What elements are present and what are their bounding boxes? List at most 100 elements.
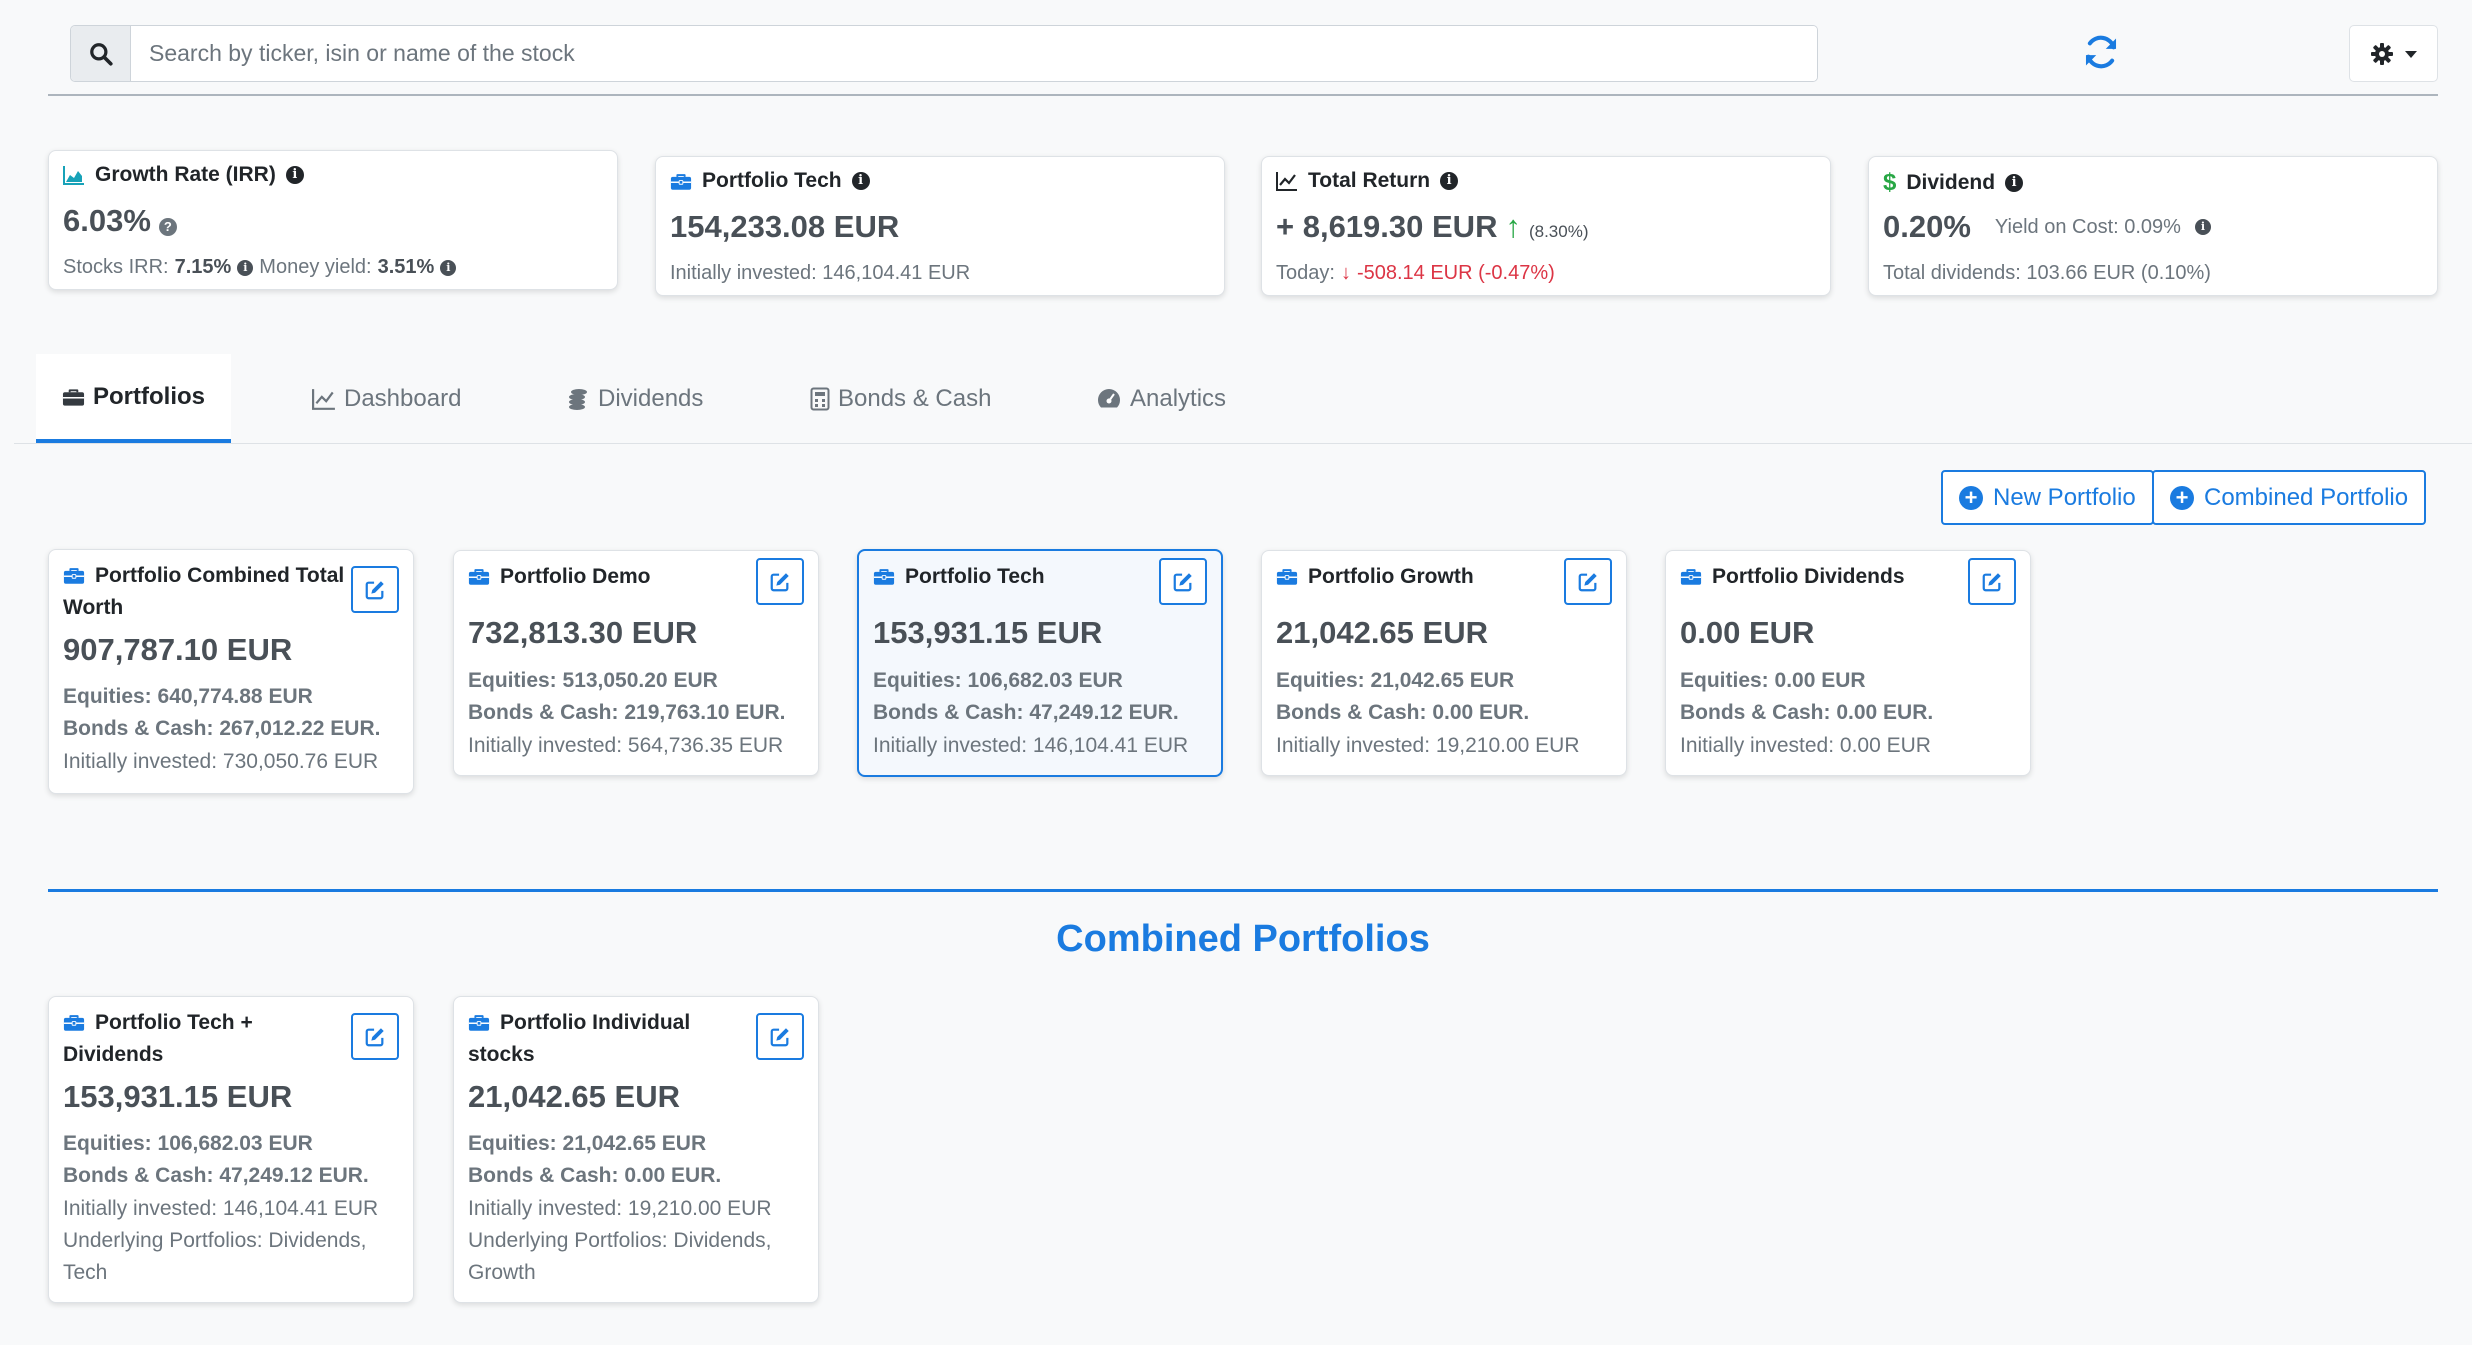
total-dividends: Total dividends: 103.66 EUR (0.10%) <box>1883 262 2211 284</box>
portfolio-card[interactable]: Portfolio Dividends 0.00 EUR Equities: 0… <box>1665 550 2031 776</box>
briefcase-icon <box>468 567 490 586</box>
portfolio-card[interactable]: Portfolio Growth 21,042.65 EUR Equities:… <box>1261 550 1627 776</box>
info-icon[interactable]: i <box>285 166 304 184</box>
portfolio-name: Portfolio Individual stocks <box>468 1011 691 1066</box>
briefcase-icon <box>873 567 895 586</box>
growth-rate-card: Growth Rate (IRR) i 6.03% ? Stocks IRR: … <box>48 150 618 290</box>
briefcase-icon <box>670 172 692 191</box>
dividend-title: Dividend <box>1906 171 1996 194</box>
briefcase-icon <box>1276 567 1298 586</box>
portfolio-initially-invested: Initially invested: 19,210.00 EUR <box>468 1197 772 1220</box>
dollar-icon: $ <box>1883 169 1897 196</box>
calculator-icon <box>810 387 830 410</box>
yield-on-cost: Yield on Cost: 0.09% <box>1994 215 2181 238</box>
tab-dividends[interactable]: Dividends <box>540 354 729 443</box>
portfolio-card[interactable]: Portfolio Demo 732,813.30 EUR Equities: … <box>453 550 819 776</box>
info-icon[interactable]: i <box>2005 174 2024 192</box>
line-chart-icon <box>1276 172 1297 191</box>
question-icon[interactable]: ? <box>158 218 177 236</box>
portfolio-name: Portfolio Combined Total Worth <box>63 564 345 619</box>
info-icon[interactable]: i <box>2194 219 2211 235</box>
edit-icon <box>364 579 386 601</box>
edit-button[interactable] <box>351 1013 399 1060</box>
today-change-value: -508.14 EUR (-0.47%) <box>1356 262 1555 284</box>
dividend-card: $ Dividend i 0.20% Yield on Cost: 0.09% … <box>1868 156 2438 296</box>
portfolio-value: 154,233.08 EUR <box>670 209 900 244</box>
briefcase-icon <box>1680 567 1702 586</box>
portfolio-equities: Equities: 0.00 EUR <box>1680 669 1866 692</box>
combined-portfolio-card[interactable]: Portfolio Individual stocks 21,042.65 EU… <box>453 996 819 1303</box>
portfolio-equities: Equities: 106,682.03 EUR <box>873 669 1123 692</box>
edit-icon <box>1577 571 1599 593</box>
tab-analytics[interactable]: Analytics <box>1070 354 1252 443</box>
portfolio-initially-invested: Initially invested: 564,736.35 EUR <box>468 734 784 757</box>
total-return-title: Total Return <box>1308 169 1431 192</box>
edit-button[interactable] <box>351 566 399 613</box>
info-icon[interactable]: i <box>1440 172 1459 190</box>
portfolio-initially-invested: Initially invested: 0.00 EUR <box>1680 734 1931 757</box>
briefcase-icon <box>63 1013 85 1032</box>
portfolio-bonds-cash: Bonds & Cash: 0.00 EUR. <box>1276 701 1530 724</box>
refresh-button[interactable] <box>2081 30 2121 74</box>
info-icon[interactable]: i <box>237 259 254 276</box>
tab-label: Dividends <box>598 384 704 412</box>
portfolio-total: 907,787.10 EUR <box>63 632 293 667</box>
tab-portfolios[interactable]: Portfolios <box>36 354 231 443</box>
edit-button[interactable] <box>756 558 804 605</box>
portfolio-equities: Equities: 513,050.20 EUR <box>468 669 718 692</box>
up-arrow-icon: ↑ <box>1505 209 1521 244</box>
portfolio-name: Portfolio Tech <box>905 565 1045 588</box>
briefcase-icon <box>468 1013 490 1032</box>
portfolio-value-card: Portfolio Tech i 154,233.08 EUR Initiall… <box>655 156 1225 296</box>
portfolio-bonds-cash: Bonds & Cash: 219,763.10 EUR. <box>468 701 786 724</box>
underlying-portfolios: Underlying Portfolios: Dividends, Growth <box>468 1229 772 1284</box>
new-portfolio-button[interactable]: + New Portfolio <box>1941 470 2154 525</box>
tab-label: Dashboard <box>344 384 462 412</box>
edit-button[interactable] <box>756 1013 804 1060</box>
tabs-divider <box>14 443 2472 444</box>
tab-dashboard[interactable]: Dashboard <box>286 354 487 443</box>
tab-bonds-cash[interactable]: Bonds & Cash <box>784 354 1017 443</box>
portfolio-initially-invested: Initially invested: 146,104.41 EUR <box>873 734 1189 757</box>
combined-portfolio-card[interactable]: Portfolio Tech + Dividends 153,931.15 EU… <box>48 996 414 1303</box>
search-button[interactable] <box>71 26 131 81</box>
portfolio-name: Portfolio Growth <box>1308 565 1474 588</box>
portfolio-initially-invested: Initially invested: 146,104.41 EUR <box>670 262 971 284</box>
portfolio-card[interactable]: Portfolio Combined Total Worth 907,787.1… <box>48 549 414 794</box>
portfolio-bonds-cash: Bonds & Cash: 0.00 EUR. <box>468 1164 722 1187</box>
area-chart-icon <box>63 166 84 185</box>
combined-portfolio-label: Combined Portfolio <box>2204 483 2409 511</box>
portfolio-total: 732,813.30 EUR <box>468 615 698 650</box>
edit-button[interactable] <box>1564 558 1612 605</box>
portfolio-initially-invested: Initially invested: 19,210.00 EUR <box>1276 734 1580 757</box>
search-input[interactable] <box>131 26 1817 81</box>
portfolio-value-title: Portfolio Tech <box>702 169 842 192</box>
portfolio-equities: Equities: 106,682.03 EUR <box>63 1132 313 1155</box>
edit-button[interactable] <box>1159 558 1207 605</box>
portfolio-total: 21,042.65 EUR <box>1276 615 1488 650</box>
edit-icon <box>1981 571 2003 593</box>
tab-label: Analytics <box>1130 384 1227 412</box>
combined-portfolio-button[interactable]: + Combined Portfolio <box>2152 470 2427 525</box>
info-icon[interactable]: i <box>851 172 870 190</box>
stocks-irr-label: Stocks IRR: <box>63 256 169 278</box>
divider <box>48 94 2438 96</box>
portfolio-name: Portfolio Tech + Dividends <box>63 1011 253 1066</box>
portfolio-total: 153,931.15 EUR <box>873 615 1103 650</box>
total-return-card: Total Return i + 8,619.30 EUR ↑ (8.30%) … <box>1261 156 1831 296</box>
portfolio-total: 21,042.65 EUR <box>468 1079 680 1114</box>
info-icon[interactable]: i <box>440 259 457 276</box>
gear-icon <box>2370 42 2393 65</box>
coins-icon <box>569 388 587 410</box>
settings-dropdown-button[interactable] <box>2349 25 2438 82</box>
total-return-percent: (8.30%) <box>1528 222 1589 241</box>
caret-down-icon <box>2404 50 2417 58</box>
plus-circle-icon: + <box>1959 485 1983 510</box>
edit-icon <box>364 1026 386 1048</box>
gauge-icon <box>1098 388 1120 407</box>
portfolio-card-selected[interactable]: Portfolio Tech 153,931.15 EUR Equities: … <box>857 549 1223 777</box>
edit-icon <box>1172 571 1194 593</box>
edit-button[interactable] <box>1968 558 2016 605</box>
new-portfolio-label: New Portfolio <box>1993 483 2136 511</box>
section-divider <box>48 889 2438 892</box>
